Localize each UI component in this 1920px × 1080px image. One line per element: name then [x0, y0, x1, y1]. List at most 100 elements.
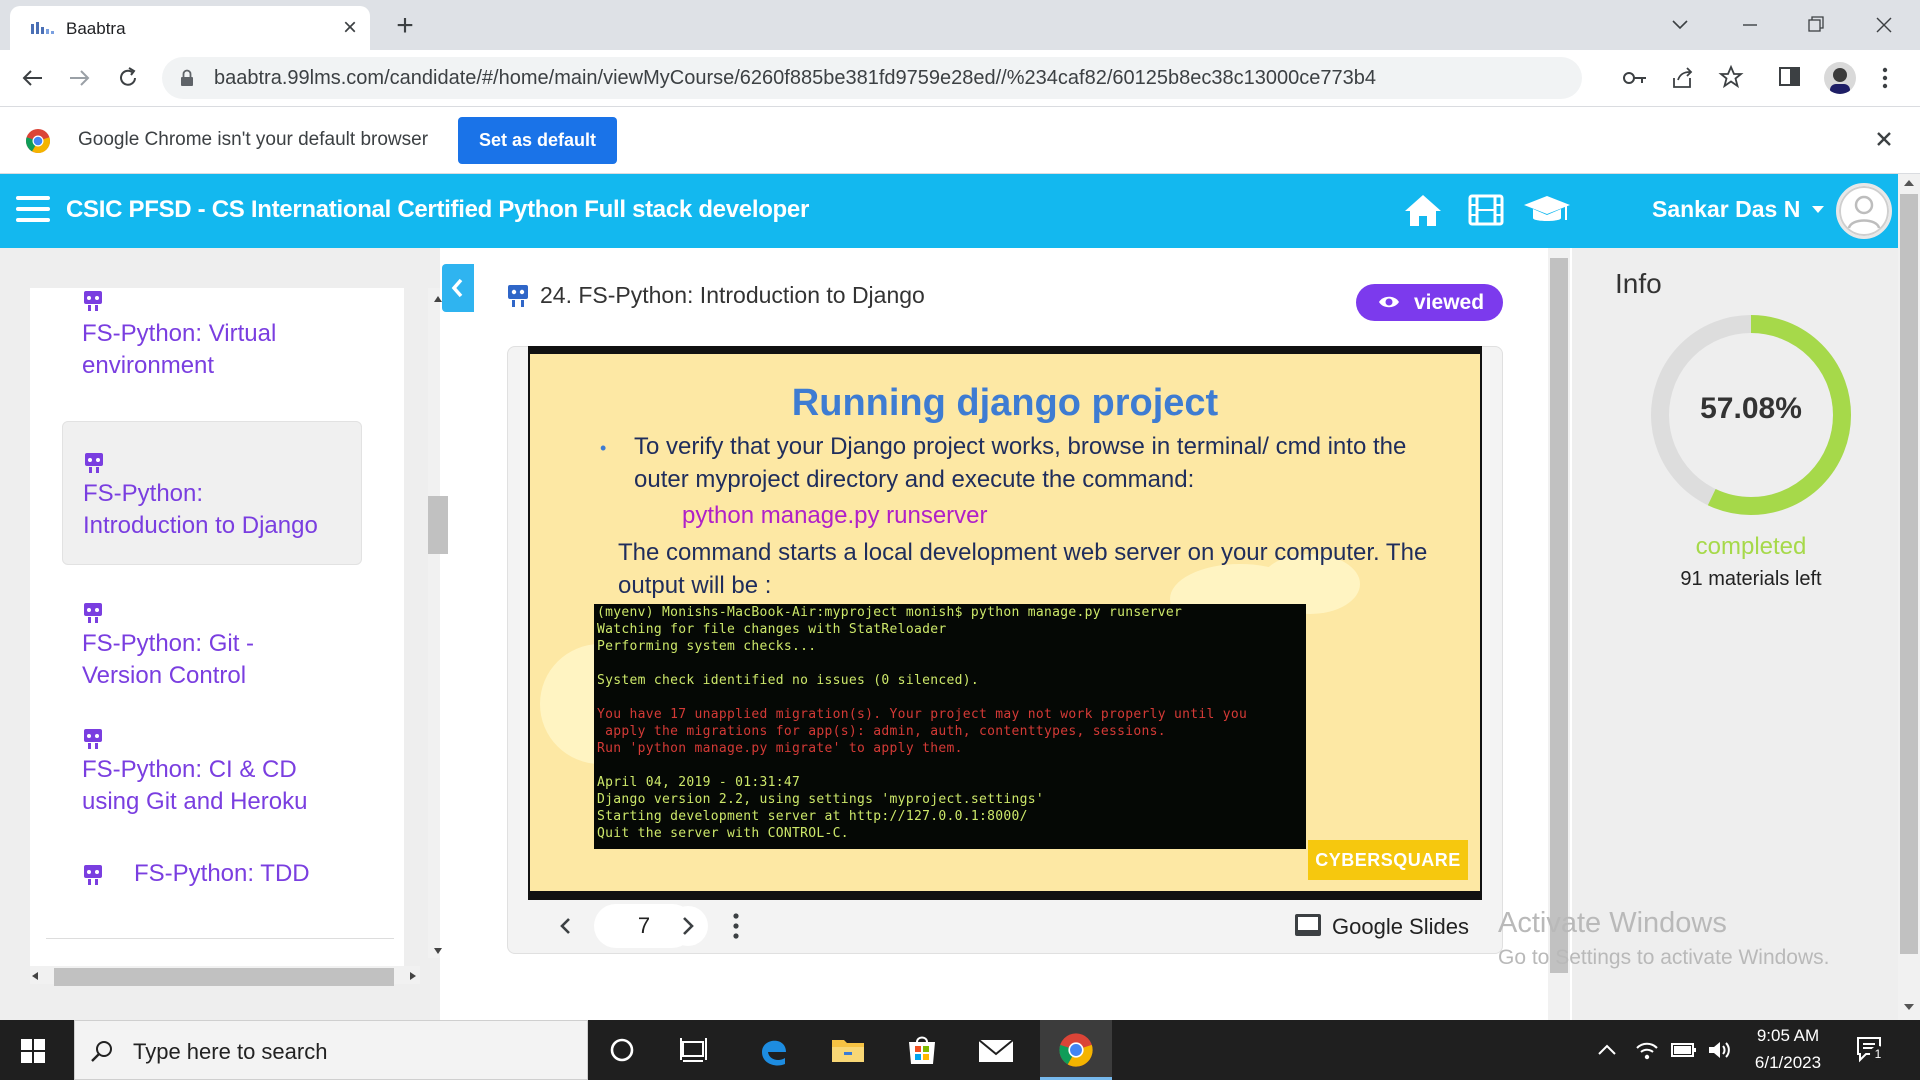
slide-paragraph: The command starts a local development w… [618, 539, 1428, 599]
wifi-icon[interactable] [1634, 1038, 1660, 1062]
info-title: Info [1615, 268, 1662, 299]
bookmark-star-icon[interactable] [1718, 64, 1744, 90]
previous-slide-button[interactable] [548, 908, 584, 944]
window-close-icon[interactable] [1856, 8, 1912, 42]
cybersquare-logo: CYBERSQUARE [1308, 840, 1468, 880]
slides-icon [84, 729, 102, 749]
infobar-close-icon[interactable] [1868, 123, 1900, 155]
lesson-list-item[interactable]: FS-Python: Virtual environment [30, 288, 404, 398]
home-icon[interactable] [1403, 192, 1443, 228]
mail-icon[interactable] [970, 1030, 1022, 1070]
clock-time[interactable]: 9:05 AM [1740, 1026, 1836, 1046]
browser-tab[interactable]: Baabtra × [10, 6, 370, 50]
reload-icon[interactable] [110, 60, 146, 96]
profile-avatar[interactable] [1824, 62, 1856, 94]
new-tab-button[interactable]: + [388, 10, 422, 44]
microsoft-store-icon[interactable] [896, 1030, 948, 1070]
google-slides-icon[interactable] [1294, 913, 1322, 937]
sidebar-scrollbar-thumb[interactable] [428, 496, 448, 554]
task-view-icon[interactable] [668, 1030, 720, 1070]
graduation-cap-icon[interactable] [1522, 192, 1572, 228]
notification-count: 1 [1870, 1046, 1886, 1062]
file-explorer-icon[interactable] [822, 1030, 874, 1070]
lock-icon[interactable] [180, 69, 194, 87]
back-icon[interactable] [14, 60, 50, 96]
edge-icon[interactable] [748, 1030, 800, 1070]
slide-command: python manage.py runserver [682, 502, 988, 529]
taskbar-search-box[interactable]: Type here to search [74, 1020, 588, 1080]
lesson-label: FS-Python: Virtual environment [82, 320, 277, 379]
user-menu-caret-icon[interactable] [1812, 206, 1824, 213]
key-icon[interactable] [1622, 69, 1648, 87]
battery-icon[interactable] [1670, 1040, 1698, 1060]
terminal-line: Run 'python manage.py migrate' to apply … [597, 741, 963, 756]
slides-icon [84, 603, 102, 623]
volume-icon[interactable] [1706, 1038, 1732, 1062]
lesson-list-item[interactable]: FS-Python: TDD [30, 856, 404, 896]
clock-date[interactable]: 6/1/2023 [1740, 1053, 1836, 1073]
windows-taskbar: Type here to search 9:05 AM 6/1/2023 1 [0, 1020, 1920, 1080]
windows-start-icon[interactable] [20, 1038, 46, 1064]
side-panel-icon[interactable] [1778, 66, 1802, 88]
lesson-list-item[interactable]: FS-Python: CI & CD using Git and Heroku [30, 726, 404, 826]
notification-center-icon[interactable]: 1 [1856, 1036, 1886, 1064]
tab-search-chevron-icon[interactable] [1652, 8, 1708, 42]
default-browser-infobar: Google Chrome isn't your default browser… [0, 106, 1920, 174]
content-scrollbar-thumb[interactable] [1550, 258, 1568, 973]
baabtra-favicon-icon [31, 22, 54, 34]
scroll-down-arrow-icon[interactable] [1902, 1002, 1916, 1012]
app-header: CSIC PFSD - CS International Certified P… [0, 174, 1898, 248]
slides-icon [85, 453, 103, 473]
scroll-left-arrow-icon[interactable] [30, 970, 40, 982]
scroll-up-arrow-icon[interactable] [1902, 178, 1916, 188]
share-icon[interactable] [1670, 66, 1696, 90]
film-icon[interactable] [1466, 192, 1506, 228]
scroll-right-arrow-icon[interactable] [408, 970, 418, 982]
page-scrollbar-thumb[interactable] [1900, 194, 1918, 954]
chrome-menu-icon[interactable] [1880, 64, 1890, 92]
scroll-down-arrow-icon[interactable] [432, 946, 444, 956]
tab-close-icon[interactable]: × [336, 14, 364, 42]
set-as-default-button[interactable]: Set as default [458, 117, 617, 164]
lesson-list-item[interactable]: FS-Python: Git - Version Control [30, 600, 404, 700]
slides-icon [84, 291, 102, 311]
slide-bullet-text: To verify that your Django project works… [634, 433, 1407, 493]
show-hidden-icons-chevron-icon[interactable] [1596, 1040, 1618, 1060]
search-icon [91, 1041, 112, 1062]
user-name[interactable]: Sankar Das N [1652, 196, 1800, 223]
forward-icon[interactable] [62, 60, 98, 96]
terminal-line: Watching for file changes with StatReloa… [597, 622, 947, 637]
more-options-icon[interactable] [728, 908, 744, 944]
lesson-list: FS-Python: Virtual environment FS-Python:… [30, 288, 404, 968]
next-slide-button[interactable] [668, 906, 708, 946]
cortana-icon[interactable] [596, 1030, 648, 1070]
minimize-icon[interactable] [1722, 8, 1778, 42]
sidebar-scrollbar[interactable] [428, 288, 440, 958]
search-placeholder: Type here to search [133, 1039, 328, 1064]
lesson-label: FS-Python: Git - Version Control [82, 630, 255, 689]
address-bar[interactable]: baabtra.99lms.com/candidate/#/home/main/… [162, 57, 1646, 99]
browser-toolbar: baabtra.99lms.com/candidate/#/home/main/… [0, 50, 1920, 106]
slide[interactable]: Running django project • To verify that … [528, 346, 1482, 900]
chrome-taskbar-button[interactable] [1040, 1020, 1112, 1080]
terminal-line: Quit the server with CONTROL-C. [597, 826, 849, 841]
collapse-sidebar-button[interactable] [442, 264, 474, 312]
restore-icon[interactable] [1788, 8, 1844, 42]
google-slides-label[interactable]: Google Slides [1332, 914, 1469, 940]
terminal-line: Starting development server at http://12… [597, 809, 1028, 824]
tab-title: Baabtra [66, 19, 126, 38]
user-avatar[interactable] [1836, 183, 1892, 239]
url-text: baabtra.99lms.com/candidate/#/home/main/… [214, 67, 1376, 89]
hamburger-menu-icon[interactable] [16, 196, 50, 222]
viewed-label: viewed [1414, 291, 1485, 314]
sidebar-horizontal-thumb[interactable] [54, 968, 394, 986]
viewed-badge: viewed [1356, 284, 1503, 321]
completed-label: completed [1695, 533, 1807, 560]
course-title: CSIC PFSD - CS International Certified P… [66, 196, 809, 223]
lesson-label: FS-Python: Introduction to Django [83, 480, 318, 539]
lesson-list-item-active[interactable]: FS-Python: Introduction to Django [62, 421, 362, 565]
activate-windows-title: Activate Windows [1498, 907, 1727, 939]
